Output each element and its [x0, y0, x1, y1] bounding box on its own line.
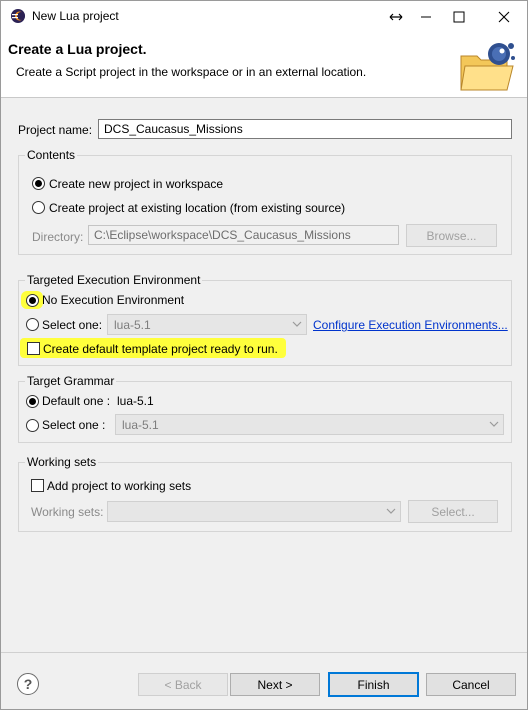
chevron-down-icon — [386, 508, 396, 514]
default-grammar-value: lua-5.1 — [117, 394, 154, 408]
dialog-window: New Lua project Create a Lua project. Cr… — [0, 0, 528, 710]
radio-no-exec-env[interactable] — [26, 294, 39, 307]
working-sets-combo[interactable] — [107, 501, 401, 522]
close-icon[interactable] — [487, 1, 521, 32]
back-button[interactable]: < Back — [138, 673, 228, 696]
radio-select-exec-env-label[interactable]: Select one: — [42, 318, 102, 332]
template-project-label[interactable]: Create default template project ready to… — [43, 342, 278, 356]
radio-existing-location[interactable] — [32, 201, 45, 214]
cancel-button[interactable]: Cancel — [426, 673, 516, 696]
radio-default-grammar[interactable] — [26, 395, 39, 408]
radio-select-exec-env[interactable] — [26, 318, 39, 331]
radio-select-grammar[interactable] — [26, 419, 39, 432]
grammar-combo[interactable]: lua-5.1 — [115, 414, 504, 435]
eclipse-icon — [11, 9, 25, 23]
add-to-working-sets-label[interactable]: Add project to working sets — [47, 479, 191, 493]
chevron-down-icon — [292, 321, 302, 327]
browse-button[interactable]: Browse... — [406, 224, 497, 247]
help-icon[interactable]: ? — [17, 673, 39, 695]
maximize-icon[interactable] — [442, 1, 476, 32]
working-sets-label: Working sets: — [31, 505, 104, 519]
contents-group-title: Contents — [25, 148, 78, 162]
wizard-header: Create a Lua project. Create a Script pr… — [1, 32, 527, 98]
working-sets-group-title: Working sets — [25, 455, 99, 469]
radio-new-project[interactable] — [32, 177, 45, 190]
template-project-checkbox[interactable] — [27, 342, 40, 355]
minimize-icon[interactable] — [409, 1, 443, 32]
working-sets-select-button[interactable]: Select... — [408, 500, 498, 523]
folder-wizard-icon — [460, 43, 515, 91]
project-name-input[interactable]: DCS_Caucasus_Missions — [98, 119, 512, 139]
grammar-group-title: Target Grammar — [25, 374, 117, 388]
header-description: Create a Script project in the workspace… — [16, 65, 367, 79]
radio-default-grammar-label[interactable]: Default one : — [42, 394, 110, 408]
header-title: Create a Lua project. — [8, 41, 147, 57]
directory-label: Directory: — [32, 230, 84, 244]
project-name-label: Project name: — [18, 123, 93, 137]
resize-icon[interactable] — [379, 1, 413, 32]
configure-exec-env-link[interactable]: Configure Execution Environments... — [313, 318, 508, 332]
next-button[interactable]: Next > — [230, 673, 320, 696]
chevron-down-icon — [489, 421, 499, 427]
window-title: New Lua project — [32, 9, 119, 23]
title-bar: New Lua project — [1, 1, 527, 32]
exec-env-group-title: Targeted Execution Environment — [25, 273, 203, 287]
finish-button[interactable]: Finish — [328, 672, 419, 697]
directory-input[interactable]: C:\Eclipse\workspace\DCS_Caucasus_Missio… — [88, 225, 399, 245]
radio-no-exec-env-label[interactable]: No Execution Environment — [42, 293, 184, 307]
grammar-combo-value: lua-5.1 — [122, 418, 159, 432]
radio-select-grammar-label[interactable]: Select one : — [42, 418, 105, 432]
exec-env-combo-value: lua-5.1 — [114, 318, 151, 332]
footer-divider — [1, 652, 527, 653]
radio-new-project-label[interactable]: Create new project in workspace — [49, 177, 223, 191]
add-to-working-sets-checkbox[interactable] — [31, 479, 44, 492]
exec-env-combo[interactable]: lua-5.1 — [107, 314, 307, 335]
radio-existing-location-label[interactable]: Create project at existing location (fro… — [49, 201, 345, 215]
